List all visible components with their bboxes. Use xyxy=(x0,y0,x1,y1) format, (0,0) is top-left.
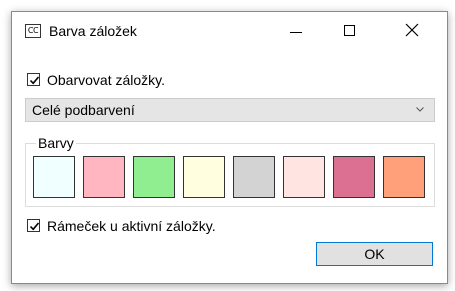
close-button[interactable] xyxy=(389,12,435,45)
coloring-mode-value: Celé podbarvení xyxy=(32,102,135,118)
active-tab-border-checkbox[interactable] xyxy=(27,219,40,232)
checkmark-icon xyxy=(29,76,40,85)
color-swatches xyxy=(33,156,429,198)
colorize-tabs-checkbox[interactable] xyxy=(27,73,40,86)
color-swatch[interactable] xyxy=(383,156,425,198)
maximize-icon xyxy=(344,25,355,36)
dialog-window: CC Barva záložek Obarvovat záložky. Celé… xyxy=(11,11,448,284)
title-bar[interactable]: CC Barva záložek xyxy=(12,12,447,45)
color-swatch[interactable] xyxy=(183,156,225,198)
colors-group-label: Barvy xyxy=(36,134,76,152)
colorize-tabs-label: Obarvovat záložky. xyxy=(47,72,166,88)
coloring-mode-select[interactable]: Celé podbarvení xyxy=(25,98,435,122)
color-swatch[interactable] xyxy=(33,156,75,198)
window-title: Barva záložek xyxy=(49,23,137,39)
minimize-icon xyxy=(290,32,302,33)
chevron-down-icon xyxy=(416,107,424,112)
ok-button[interactable]: OK xyxy=(316,242,433,266)
active-tab-border-label: Rámeček u aktivní záložky. xyxy=(47,218,216,234)
minimize-button[interactable] xyxy=(273,12,319,45)
app-icon: CC xyxy=(25,24,41,38)
colors-group: Barvy xyxy=(25,134,435,207)
color-swatch[interactable] xyxy=(333,156,375,198)
color-swatch[interactable] xyxy=(233,156,275,198)
maximize-button[interactable] xyxy=(327,12,373,45)
color-swatch[interactable] xyxy=(83,156,125,198)
close-icon xyxy=(405,23,419,37)
color-swatch[interactable] xyxy=(133,156,175,198)
checkmark-icon xyxy=(29,222,40,231)
color-swatch[interactable] xyxy=(283,156,325,198)
